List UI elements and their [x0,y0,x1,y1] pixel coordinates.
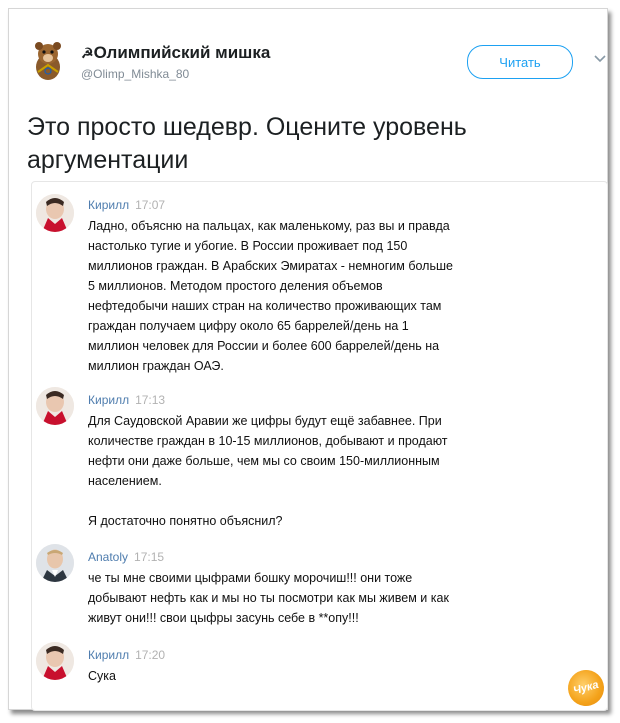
message-author[interactable]: Anatoly 17:15 [88,550,164,564]
message-text: Ладно, объясню на пальцах, как маленьком… [88,219,453,373]
embedded-chat-screenshot: Кирилл 17:07 Ладно, объясню на пальцах, к… [31,181,608,711]
account-name[interactable]: ☭Олимпийский мишка [81,43,270,63]
message-time: 17:07 [135,198,166,212]
message-text: Для Саудовской Аравии же цифры будут ещё… [88,414,448,528]
user-avatar [36,194,74,232]
message-text: Сука [88,669,116,683]
user-avatar [36,642,74,680]
message-time: 17:15 [134,550,165,564]
hammer-sickle-icon: ☭ [81,45,94,61]
account-avatar[interactable] [25,37,71,83]
user-avatar [36,544,74,582]
tweet-card: ☭Олимпийский мишка @Olimp_Mishka_80 Чита… [8,8,608,711]
message-author[interactable]: Кирилл 17:07 [88,198,165,212]
tweet-header: ☭Олимпийский мишка @Olimp_Mishka_80 Чита… [21,33,606,93]
message-author[interactable]: Кирилл 17:13 [88,393,165,407]
tweet-text: Это просто шедевр. Оцените уровень аргум… [27,113,467,174]
message-time: 17:13 [135,393,166,407]
follow-button[interactable]: Читать [467,45,573,79]
chevron-down-icon[interactable] [593,51,607,65]
user-avatar [36,387,74,425]
message-author[interactable]: Кирилл 17:20 [88,648,165,662]
message-text: че ты мне своими цыфрами бошку морочиш!!… [88,571,449,625]
account-handle[interactable]: @Olimp_Mishka_80 [81,67,189,81]
message-time: 17:20 [135,648,166,662]
